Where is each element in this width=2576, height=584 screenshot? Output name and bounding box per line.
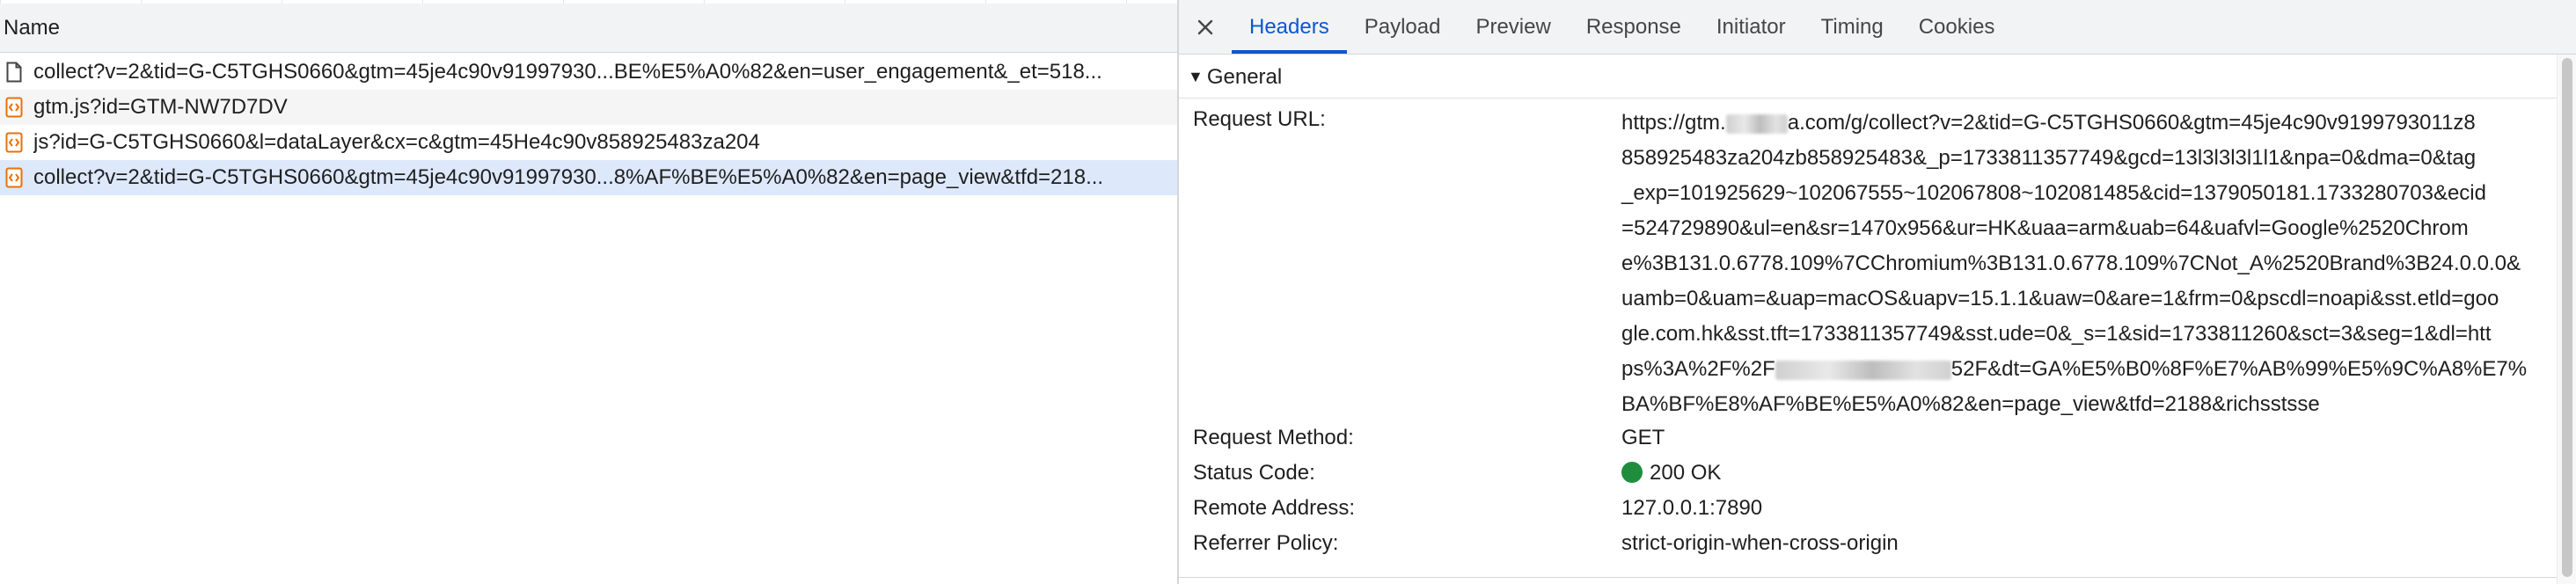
request-row[interactable]: gtm.js?id=GTM-NW7D7DV <box>0 90 1177 125</box>
remote-address-value: 127.0.0.1:7890 <box>1621 496 1763 520</box>
caret-down-icon: ▼ <box>1188 68 1204 85</box>
url-line: e%3B131.0.6778.109%7CChromium%3B131.0.67… <box>1621 252 2521 275</box>
request-list: collect?v=2&tid=G-C5TGHS0660&gtm=45je4c9… <box>0 55 1177 195</box>
tab-timing[interactable]: Timing <box>1804 0 1901 54</box>
url-line: =524729890&ul=en&sr=1470x956&ur=HK&uaa=a… <box>1621 216 2469 240</box>
close-details-button[interactable] <box>1179 0 1232 54</box>
scrollbar-thumb[interactable] <box>2562 58 2572 577</box>
url-line: _exp=101925629~102067555~102067808~10208… <box>1621 181 2486 205</box>
tab-headers[interactable]: Headers <box>1232 0 1347 54</box>
request-url-label: Request URL: <box>1193 107 1326 131</box>
tab-initiator[interactable]: Initiator <box>1699 0 1804 54</box>
url-text: ps%3A%2F%2F <box>1621 357 1775 381</box>
remote-address-label: Remote Address: <box>1193 496 1356 520</box>
url-text: 52F&dt=GA%E5%B0%8F%E7%AB%99%E5%9C%A8%E7% <box>1950 357 2528 381</box>
url-text: https://gtm. <box>1621 111 1726 135</box>
script-icon <box>4 96 24 119</box>
devtools-network-panel: Name collect?v=2&tid=G-C5TGHS0660&gtm=45… <box>0 0 2576 584</box>
tab-payload[interactable]: Payload <box>1347 0 1459 54</box>
status-success-icon <box>1621 462 1643 483</box>
general-section-toggle[interactable]: ▼ General <box>1179 56 2557 99</box>
request-row[interactable]: js?id=G-C5TGHS0660&l=dataLayer&cx=c&gtm=… <box>0 125 1177 160</box>
name-column-header[interactable]: Name <box>0 4 1177 53</box>
status-code-label: Status Code: <box>1193 461 1315 485</box>
request-list-pane: Name collect?v=2&tid=G-C5TGHS0660&gtm=45… <box>0 0 1177 584</box>
url-line: ps%3A%2F%2F 52F&dt=GA%E5%B0%8F%E7%AB%99%E… <box>1621 352 2554 387</box>
request-method-value: GET <box>1621 426 1665 449</box>
script-icon <box>4 131 24 154</box>
request-name: js?id=G-C5TGHS0660&l=dataLayer&cx=c&gtm=… <box>33 130 760 154</box>
close-icon <box>1197 19 1213 34</box>
url-line: gle.com.hk&sst.tft=1733811357749&sst.ude… <box>1621 322 2492 346</box>
url-text: a.com/g/collect?v=2&tid=G-C5TGHS0660&gtm… <box>1787 111 2476 135</box>
request-name: collect?v=2&tid=G-C5TGHS0660&gtm=45je4c9… <box>33 165 1104 189</box>
request-method-label: Request Method: <box>1193 426 1354 449</box>
script-icon <box>4 166 24 189</box>
tab-cookies[interactable]: Cookies <box>1901 0 2013 54</box>
url-line: 858925483za204zb858925483&_p=17338113577… <box>1621 146 2477 170</box>
request-name: gtm.js?id=GTM-NW7D7DV <box>33 95 288 119</box>
section-divider <box>1179 577 2557 578</box>
request-details-pane: Headers Payload Preview Response Initiat… <box>1179 0 2576 584</box>
url-line: BA%BF%E8%AF%BE%E5%A0%82&en=page_view&tfd… <box>1621 392 2320 416</box>
name-column-label: Name <box>4 16 61 40</box>
redacted-block <box>1775 360 1951 380</box>
details-scrollbar[interactable] <box>2557 55 2576 584</box>
general-section-title: General <box>1206 64 1283 89</box>
request-row-selected[interactable]: collect?v=2&tid=G-C5TGHS0660&gtm=45je4c9… <box>0 160 1177 195</box>
document-icon <box>4 61 24 84</box>
status-code-text: 200 OK <box>1650 461 1722 485</box>
url-line: uamb=0&uam=&uap=macOS&uapv=15.1.1&uaw=0&… <box>1621 287 2499 310</box>
request-url-value: https://gtm. a.com/g/collect?v=2&tid=G-C5… <box>1621 106 2554 422</box>
tab-response[interactable]: Response <box>1569 0 1699 54</box>
referrer-policy-value: strict-origin-when-cross-origin <box>1621 531 1899 555</box>
status-code-value: 200 OK <box>1621 461 1721 485</box>
referrer-policy-label: Referrer Policy: <box>1193 531 1339 555</box>
redacted-block <box>1725 113 1788 134</box>
details-tab-bar: Headers Payload Preview Response Initiat… <box>1179 0 2576 55</box>
request-name: collect?v=2&tid=G-C5TGHS0660&gtm=45je4c9… <box>33 60 1102 84</box>
url-line: https://gtm. a.com/g/collect?v=2&tid=G-C5… <box>1621 106 2554 141</box>
request-row[interactable]: collect?v=2&tid=G-C5TGHS0660&gtm=45je4c9… <box>0 55 1177 90</box>
tab-preview[interactable]: Preview <box>1458 0 1568 54</box>
